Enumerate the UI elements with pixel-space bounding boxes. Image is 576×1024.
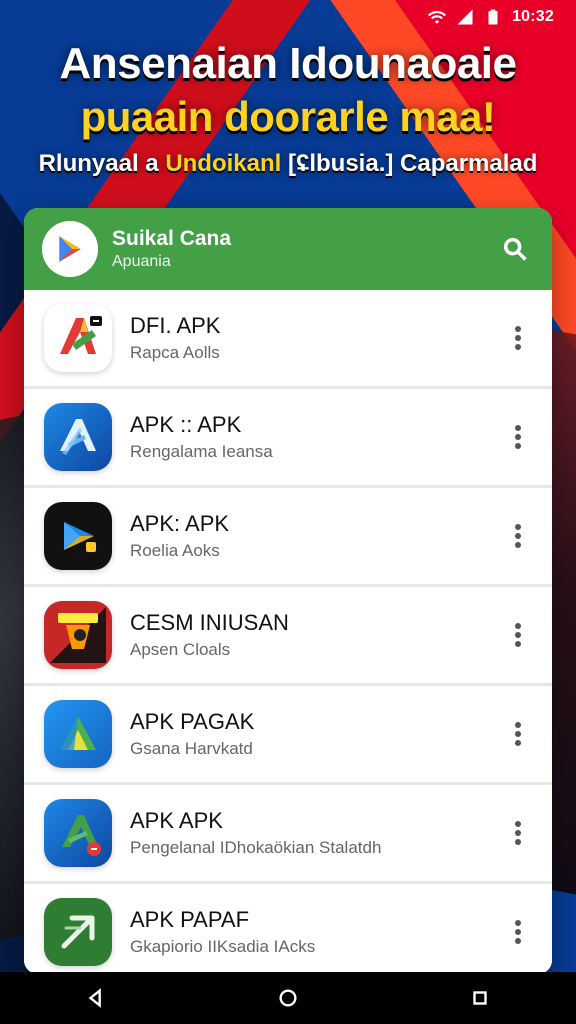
headline-line-1: Ansenaian Idounaoaie xyxy=(59,39,517,88)
apk-red-green-icon xyxy=(44,304,112,372)
headline-line-3-suffix: [ʢlbusia.] Caparmalad xyxy=(281,150,538,177)
apps-list: DFI. APK Rapca Aolls APK :: APK Rengalam… xyxy=(24,290,552,974)
recents-icon xyxy=(473,991,487,1005)
app-name: APK: APK xyxy=(130,511,230,536)
app-row-2[interactable]: APK :: APK Rengalama Ieansa xyxy=(24,389,552,488)
app-subtitle: Rengalama Ieansa xyxy=(130,442,273,461)
apk-blue-a-icon xyxy=(44,403,112,471)
more-vert-icon xyxy=(515,623,521,647)
system-nav-bar xyxy=(0,972,576,1024)
more-options-button[interactable] xyxy=(504,909,532,955)
more-options-button[interactable] xyxy=(504,711,532,757)
app-meta: APK PAGAK Gsana Harvkatd xyxy=(130,708,494,760)
app-meta: APK PAPAF Gkapiorio IIKsadia IAcks xyxy=(130,906,494,958)
app-name: APK PAPAF xyxy=(130,907,250,932)
app-name: APK PAGAK xyxy=(130,709,255,734)
more-vert-icon xyxy=(515,722,521,746)
app-row-7[interactable]: APK PAPAF Gkapiorio IIKsadia IAcks xyxy=(24,884,552,974)
more-vert-icon xyxy=(515,821,521,845)
app-name: CESM INIUSAN xyxy=(130,610,289,635)
recents-button[interactable] xyxy=(445,977,515,1019)
more-options-button[interactable] xyxy=(504,513,532,559)
app-subtitle: Apsen Cloals xyxy=(130,640,231,659)
app-meta: APK :: APK Rengalama Ieansa xyxy=(130,411,494,463)
app-meta: DFI. APK Rapca Aolls xyxy=(130,312,494,364)
app-header: Suikal Cana Apuania xyxy=(24,208,552,290)
wifi-icon xyxy=(428,8,447,26)
search-button[interactable] xyxy=(498,232,532,266)
more-vert-icon xyxy=(515,524,521,548)
play-logo-icon xyxy=(42,221,98,277)
search-icon xyxy=(503,237,527,261)
app-name: DFI. APK xyxy=(130,313,221,338)
more-vert-icon xyxy=(515,326,521,350)
app-meta: CESM INIUSAN Apsen Cloals xyxy=(130,609,494,661)
apk-blue-green-icon xyxy=(44,799,112,867)
more-options-button[interactable] xyxy=(504,414,532,460)
app-name: APK :: APK xyxy=(130,412,242,437)
app-row-3[interactable]: APK: APK Roelia Aoks xyxy=(24,488,552,587)
promo-headline: Ansenaian Idounaoaie puaain doorarle maa… xyxy=(22,38,554,178)
headline-line-3-prefix: Rlunyaal a xyxy=(38,150,166,177)
headline-line-3-accent: Undoikanl xyxy=(165,150,282,177)
app-row-5[interactable]: APK PAGAK Gsana Harvkatd xyxy=(24,686,552,785)
app-subtitle: Gkapiorio IIKsadia IAcks xyxy=(130,937,316,956)
status-time: 10:32 xyxy=(512,8,554,25)
back-button[interactable] xyxy=(61,977,131,1019)
more-options-button[interactable] xyxy=(504,810,532,856)
apk-green-arrow-icon xyxy=(44,898,112,966)
app-row-6[interactable]: APK APK Pengelanal IDhokaökian Stalatdh xyxy=(24,785,552,884)
home-button[interactable] xyxy=(253,977,323,1019)
headline-line-3: Rlunyaal a Undoikanl [ʢlbusia.] Caparmal… xyxy=(22,150,554,178)
app-row-1[interactable]: DFI. APK Rapca Aolls xyxy=(24,290,552,389)
app-header-subtitle: Apuania xyxy=(112,253,171,270)
app-subtitle: Rapca Aolls xyxy=(130,343,220,362)
phone-screen-card: Suikal Cana Apuania DFI. APK Rapca Aolls… xyxy=(24,208,552,974)
app-header-title: Suikal Cana xyxy=(112,227,232,250)
app-subtitle: Gsana Harvkatd xyxy=(130,739,253,758)
more-options-button[interactable] xyxy=(504,612,532,658)
app-subtitle: Pengelanal IDhokaökian Stalatdh xyxy=(130,838,382,857)
more-options-button[interactable] xyxy=(504,315,532,361)
more-vert-icon xyxy=(515,425,521,449)
more-vert-icon xyxy=(515,920,521,944)
app-name: APK APK xyxy=(130,808,223,833)
app-meta: APK: APK Roelia Aoks xyxy=(130,510,494,562)
home-icon xyxy=(279,989,297,1007)
apk-black-triangle-icon xyxy=(44,502,112,570)
app-meta: APK APK Pengelanal IDhokaökian Stalatdh xyxy=(130,807,494,859)
status-bar: 10:32 xyxy=(0,0,576,34)
app-header-text: Suikal Cana Apuania xyxy=(112,226,231,272)
signal-icon xyxy=(456,8,474,26)
apk-red-orange-icon xyxy=(44,601,112,669)
battery-icon xyxy=(484,8,502,26)
apk-blue-triangle-icon xyxy=(44,700,112,768)
app-row-4[interactable]: CESM INIUSAN Apsen Cloals xyxy=(24,587,552,686)
headline-line-2: puaain doorarle maa! xyxy=(80,93,496,140)
back-icon xyxy=(88,988,101,1008)
app-subtitle: Roelia Aoks xyxy=(130,541,220,560)
